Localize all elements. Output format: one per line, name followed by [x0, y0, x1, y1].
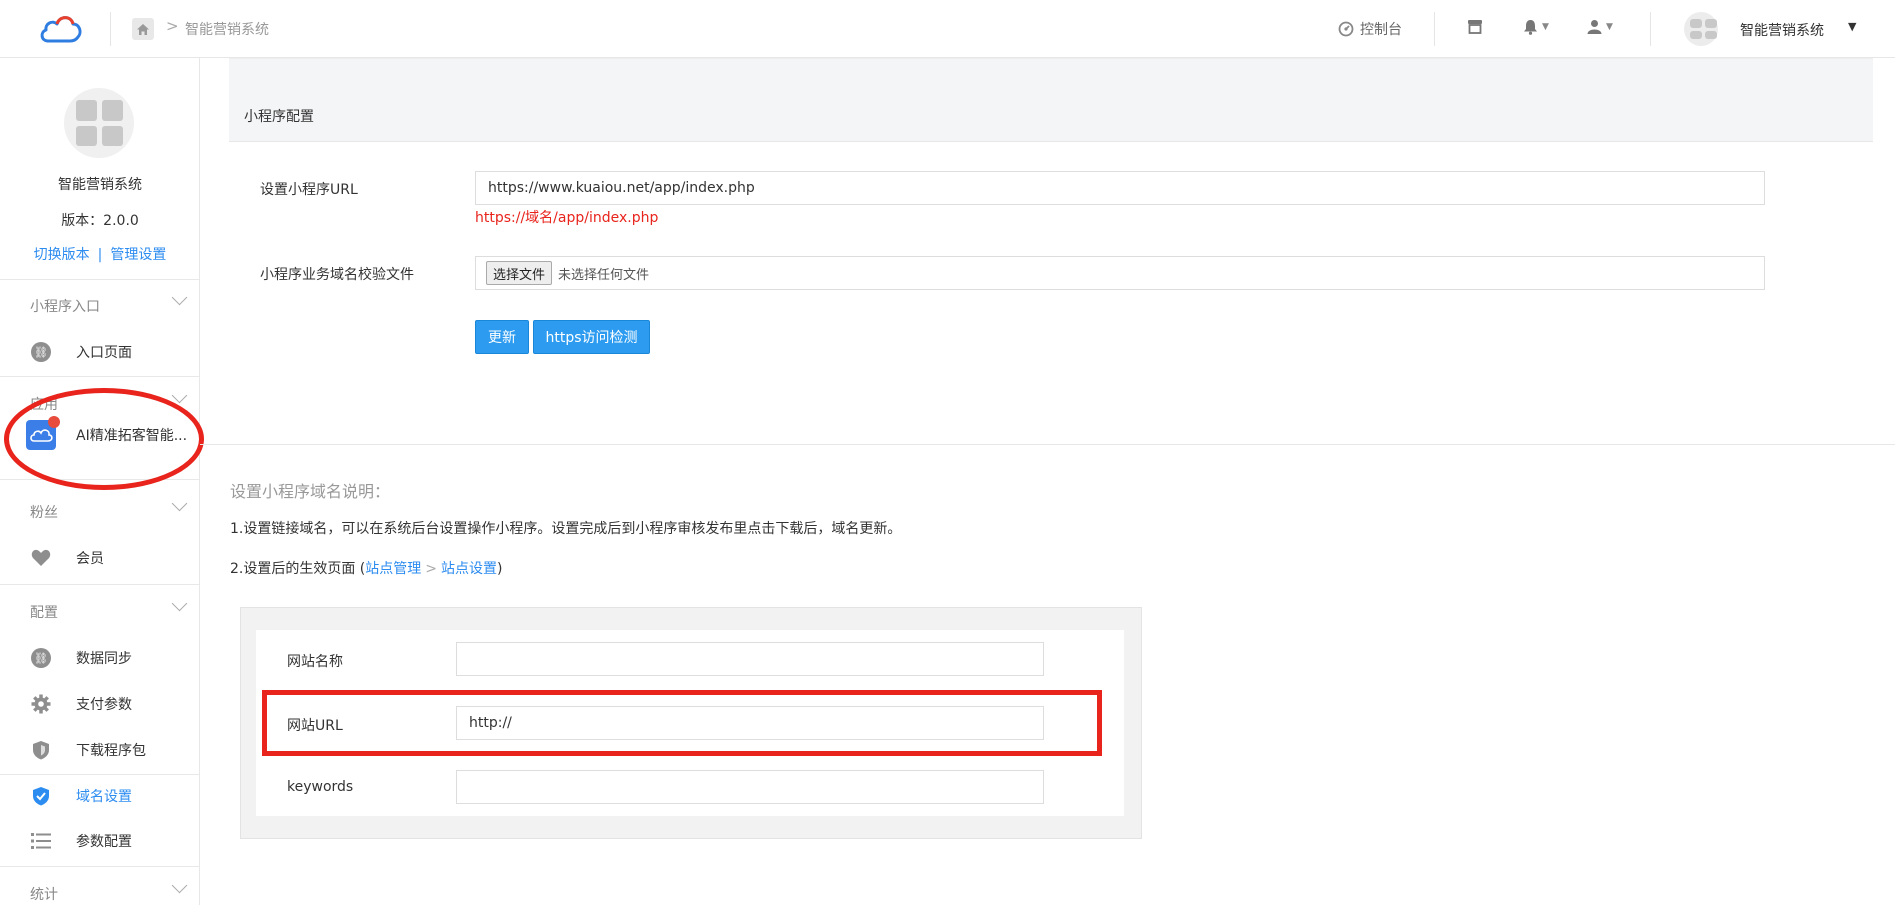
user-icon — [1587, 20, 1602, 34]
app-avatar — [64, 88, 134, 158]
shield-icon — [33, 741, 49, 760]
url-hint: https://域名/app/index.php — [475, 210, 659, 226]
chevron-down-icon[interactable] — [171, 595, 188, 612]
description-title: 设置小程序域名说明： — [230, 482, 391, 501]
update-button[interactable]: 更新 — [475, 320, 529, 354]
annotation-ellipse — [4, 388, 204, 490]
sidebar-item-pay-params[interactable]: 支付参数 — [0, 684, 199, 724]
dashboard-icon — [1338, 21, 1354, 37]
gear-icon — [31, 694, 51, 714]
home-icon[interactable] — [132, 18, 154, 40]
https-check-button[interactable]: https访问检测 — [533, 320, 650, 354]
sidebar-divider — [0, 774, 199, 775]
url-label: 设置小程序URL — [260, 182, 358, 198]
sidebar-item-download-pkg[interactable]: 下载程序包 — [0, 730, 199, 770]
store-icon[interactable] — [1467, 19, 1483, 34]
keywords-input[interactable] — [456, 770, 1044, 804]
console-link[interactable]: 控制台 — [1338, 19, 1402, 39]
manage-settings-link[interactable]: 管理设置 — [110, 247, 166, 263]
verify-file-label: 小程序业务域名校验文件 — [260, 267, 414, 283]
sidebar-links: 切换版本 | 管理设置 — [0, 244, 199, 264]
sidebar-item-param-config[interactable]: 参数配置 — [0, 821, 199, 861]
panel-header — [229, 58, 1873, 142]
caret-down-icon: ▼ — [1542, 22, 1549, 32]
shield-check-icon — [33, 787, 49, 806]
sidebar-divider — [0, 279, 199, 280]
link-separator: | — [97, 247, 103, 263]
sidebar-version: 版本：2.0.0 — [61, 213, 139, 229]
topbar-divider — [1650, 12, 1651, 46]
verify-file-field: 选择文件 未选择任何文件 — [475, 256, 1765, 290]
sidebar-group-stats[interactable]: 统计 — [30, 884, 58, 904]
annotation-rectangle — [262, 690, 1102, 756]
site-settings-link[interactable]: 站点设置 — [441, 561, 497, 577]
no-file-text: 未选择任何文件 — [558, 267, 650, 283]
sidebar-divider — [0, 376, 199, 377]
sidebar-system-name: 智能营销系统 — [58, 177, 142, 193]
site-name-label: 网站名称 — [287, 654, 343, 670]
breadcrumb-arrow: > — [166, 17, 179, 35]
sidebar-group-entry[interactable]: 小程序入口 — [30, 296, 100, 316]
cloud-logo-icon[interactable] — [38, 13, 84, 45]
switch-version-link[interactable]: 切换版本 — [34, 247, 90, 263]
site-manage-link[interactable]: 站点管理 — [365, 561, 421, 577]
list-icon — [31, 833, 51, 849]
description-line-2: 2.设置后的生效页面 (站点管理 > 站点设置) — [230, 561, 503, 577]
sidebar-group-fans[interactable]: 粉丝 — [30, 502, 58, 522]
sidebar-divider — [0, 866, 199, 867]
panel-title: 小程序配置 — [244, 109, 314, 125]
console-label: 控制台 — [1360, 22, 1402, 38]
system-avatar[interactable] — [1684, 12, 1718, 46]
heart-icon — [31, 549, 51, 566]
chevron-down-icon[interactable] — [171, 877, 188, 894]
content-divider — [200, 444, 1895, 445]
description-line-1: 1.设置链接域名，可以在系统后台设置操作小程序。设置完成后到小程序审核发布里点击… — [230, 521, 902, 537]
topbar-divider — [110, 12, 111, 46]
sidebar-group-config[interactable]: 配置 — [30, 602, 58, 622]
system-name[interactable]: 智能营销系统 — [1740, 20, 1824, 40]
user-menu[interactable]: ▼ — [1587, 19, 1613, 34]
bell-icon — [1524, 20, 1537, 35]
link-icon: ⛓ — [31, 648, 51, 668]
chevron-down-icon[interactable] — [171, 495, 188, 512]
chevron-down-icon[interactable] — [171, 289, 188, 306]
notification-menu[interactable]: ▼ — [1523, 19, 1549, 35]
chevron-down-icon[interactable] — [171, 387, 188, 404]
breadcrumb[interactable]: 智能营销系统 — [185, 19, 269, 39]
choose-file-button[interactable]: 选择文件 — [486, 261, 553, 285]
link-icon: ⛓ — [31, 342, 51, 362]
sidebar-item-domain-settings[interactable]: 域名设置 — [0, 776, 199, 816]
sidebar-item-data-sync[interactable]: ⛓ 数据同步 — [0, 638, 199, 678]
sidebar-divider — [0, 584, 199, 585]
site-name-input[interactable] — [456, 642, 1044, 676]
caret-down-icon: ▼ — [1606, 21, 1613, 32]
caret-down-icon[interactable]: ▼ — [1848, 20, 1856, 33]
topbar-divider — [1434, 12, 1435, 46]
keywords-label: keywords — [287, 779, 354, 795]
url-input[interactable]: https://www.kuaiou.net/app/index.php — [475, 171, 1765, 205]
top-bar: > 智能营销系统 控制台 ▼ ▼ 智能营销系统 ▼ — [0, 0, 1895, 58]
sidebar-item-member[interactable]: 会员 — [0, 538, 199, 578]
sidebar-item-entry-page[interactable]: ⛓ 入口页面 — [0, 332, 199, 372]
chevron-right-icon: > — [425, 561, 438, 577]
